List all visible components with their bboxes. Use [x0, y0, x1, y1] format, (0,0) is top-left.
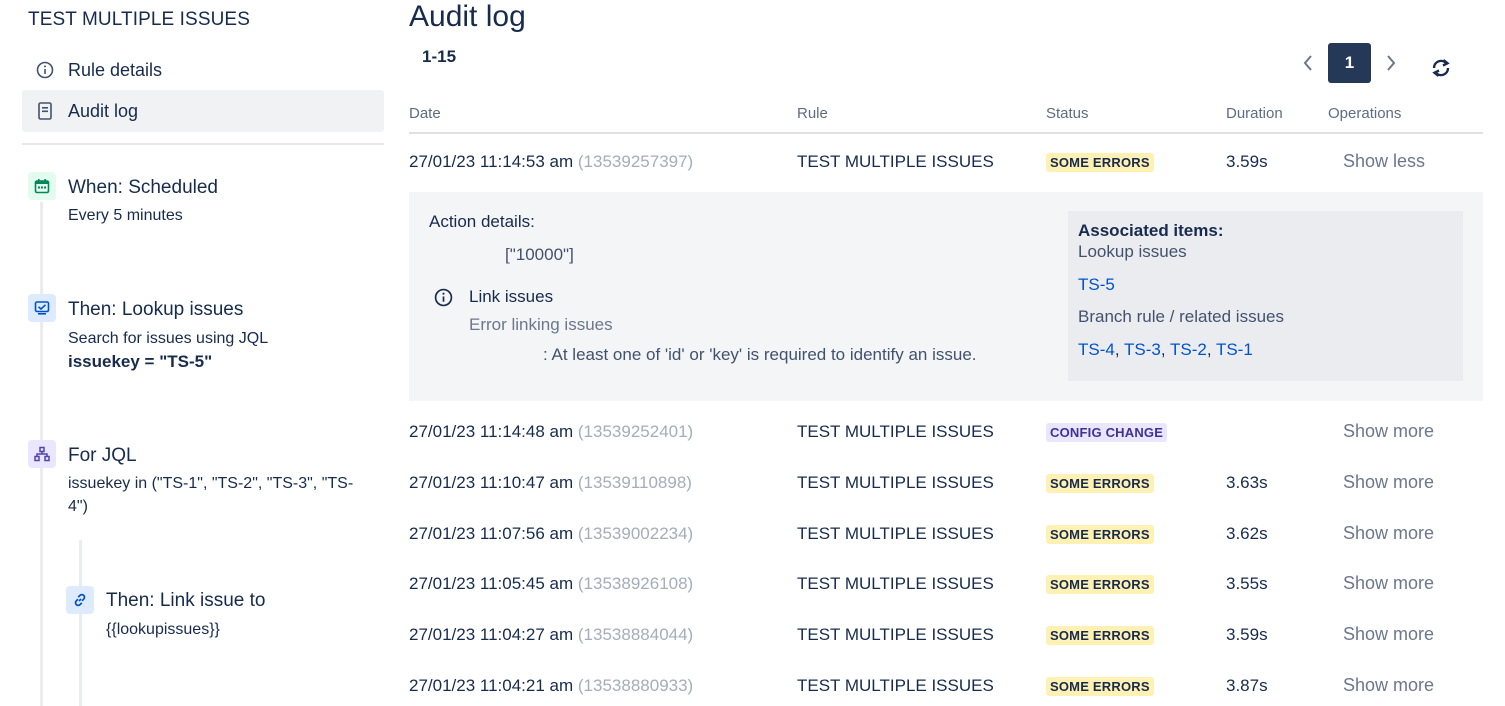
monitor-icon — [28, 294, 56, 322]
info-icon — [434, 288, 453, 312]
row-date: 27/01/23 11:14:48 am (13539252401) — [409, 422, 694, 441]
column-header-duration[interactable]: Duration — [1226, 105, 1283, 122]
action-details-heading: Action details: — [429, 212, 535, 231]
row-rule: TEST MULTIPLE ISSUES — [797, 524, 994, 543]
status-badge: SOME ERRORS — [1046, 153, 1154, 172]
row-date: 27/01/23 11:04:21 am (13538880933) — [409, 676, 694, 695]
pagination-current-page[interactable]: 1 — [1328, 43, 1371, 83]
status-badge: SOME ERRORS — [1046, 575, 1154, 594]
issue-link[interactable]: TS-3 — [1124, 340, 1161, 359]
nav-label: Rule details — [68, 59, 163, 80]
row-date: 27/01/23 11:14:53 am (13539257397) — [409, 152, 694, 171]
row-date: 27/01/23 11:04:27 am (13538884044) — [409, 625, 694, 644]
branch-icon — [28, 440, 56, 468]
related-issue-links: TS-4, TS-3, TS-2, TS-1 — [1078, 340, 1253, 359]
document-icon — [22, 102, 68, 120]
show-more-button[interactable]: Show more — [1343, 573, 1434, 594]
lookup-issues-label: Lookup issues — [1078, 242, 1187, 261]
step-title[interactable]: When: Scheduled — [68, 177, 218, 199]
show-more-button[interactable]: Show more — [1343, 421, 1434, 442]
nav-audit-log[interactable]: Audit log — [22, 90, 384, 132]
step-subtitle: issuekey in ("TS-1", "TS-2", "TS-3", "TS… — [68, 475, 354, 515]
column-header-date[interactable]: Date — [409, 105, 441, 122]
table-header-divider — [409, 132, 1483, 134]
step-subtitle: Every 5 minutes — [68, 207, 183, 224]
status-badge: SOME ERRORS — [1046, 474, 1154, 493]
row-rule: TEST MULTIPLE ISSUES — [797, 422, 994, 441]
row-duration: 3.63s — [1226, 473, 1268, 492]
row-rule: TEST MULTIPLE ISSUES — [797, 473, 994, 492]
link-issues-title: Link issues — [469, 287, 554, 306]
link-issues-message: : At least one of 'id' or 'key' is requi… — [543, 345, 977, 364]
column-header-status[interactable]: Status — [1046, 105, 1089, 122]
issue-link[interactable]: TS-4 — [1078, 340, 1115, 359]
step-title[interactable]: For JQL — [68, 445, 137, 467]
status-badge: SOME ERRORS — [1046, 525, 1154, 544]
show-more-button[interactable]: Show more — [1343, 472, 1434, 493]
row-date: 27/01/23 11:05:45 am (13538926108) — [409, 574, 694, 593]
step-subtitle: Search for issues using JQL — [68, 330, 269, 347]
row-rule: TEST MULTIPLE ISSUES — [797, 625, 994, 644]
show-more-button[interactable]: Show more — [1343, 624, 1434, 645]
refresh-icon[interactable] — [1428, 55, 1454, 81]
row-rule: TEST MULTIPLE ISSUES — [797, 152, 994, 171]
row-date: 27/01/23 11:10:47 am (13539110898) — [409, 473, 692, 492]
status-badge: SOME ERRORS — [1046, 677, 1154, 696]
row-duration: 3.55s — [1226, 574, 1268, 593]
timeline-branch-line — [79, 540, 82, 706]
status-badge: CONFIG CHANGE — [1046, 423, 1168, 442]
show-less-button[interactable]: Show less — [1343, 151, 1425, 172]
show-more-button[interactable]: Show more — [1343, 523, 1434, 544]
nav-rule-details[interactable]: Rule details — [22, 49, 384, 91]
step-jql: issuekey = "TS-5" — [68, 352, 213, 371]
column-header-operations: Operations — [1328, 105, 1402, 122]
issue-link[interactable]: TS-2 — [1170, 340, 1207, 359]
step-subtitle: {{lookupissues}} — [106, 621, 220, 638]
row-duration: 3.62s — [1226, 524, 1268, 543]
result-range: 1-15 — [422, 47, 457, 66]
associated-items-heading: Associated items: — [1078, 221, 1224, 240]
column-header-rule[interactable]: Rule — [797, 105, 828, 122]
show-more-button[interactable]: Show more — [1343, 675, 1434, 696]
calendar-icon — [28, 172, 56, 200]
row-duration: 3.59s — [1226, 625, 1268, 644]
row-rule: TEST MULTIPLE ISSUES — [797, 676, 994, 695]
chevron-left-icon[interactable] — [1296, 48, 1320, 78]
chevron-right-icon[interactable] — [1379, 48, 1403, 78]
row-rule: TEST MULTIPLE ISSUES — [797, 574, 994, 593]
row-duration: 3.87s — [1226, 676, 1268, 695]
issue-link[interactable]: TS-5 — [1078, 275, 1115, 295]
row-duration: 3.59s — [1226, 152, 1268, 171]
rule-title: TEST MULTIPLE ISSUES — [28, 9, 250, 30]
issue-link[interactable]: TS-1 — [1216, 340, 1253, 359]
step-title[interactable]: Then: Lookup issues — [68, 299, 243, 321]
branch-rule-label: Branch rule / related issues — [1078, 307, 1284, 326]
action-value: ["10000"] — [505, 245, 574, 264]
link-issues-error: Error linking issues — [469, 315, 613, 334]
row-date: 27/01/23 11:07:56 am (13539002234) — [409, 524, 694, 543]
sidebar-divider — [22, 143, 384, 145]
info-icon — [22, 61, 68, 79]
nav-label: Audit log — [68, 100, 139, 121]
status-badge: SOME ERRORS — [1046, 626, 1154, 645]
step-title[interactable]: Then: Link issue to — [106, 590, 265, 612]
page-title: Audit log — [409, 0, 526, 33]
link-icon — [66, 586, 94, 614]
